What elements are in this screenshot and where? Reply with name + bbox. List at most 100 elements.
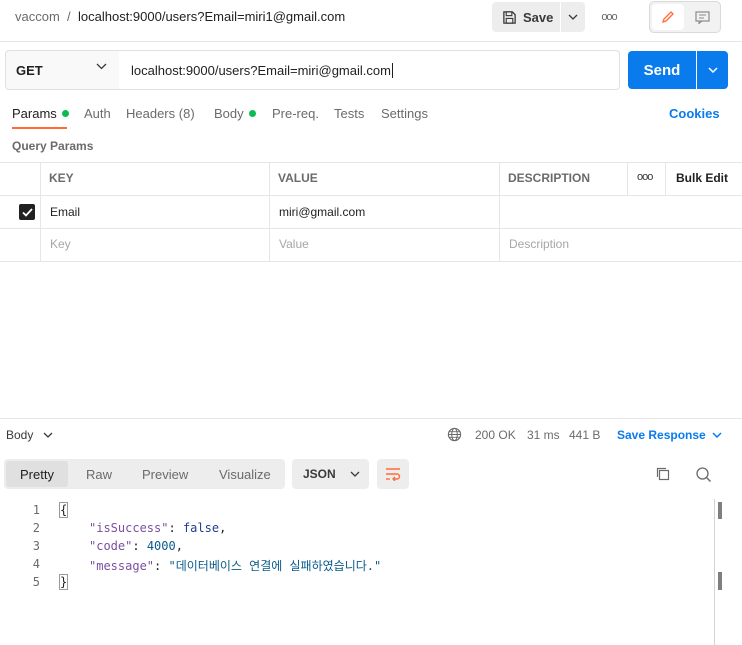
cookies-link[interactable]: Cookies — [669, 106, 720, 121]
json-value: "데이터베이스 연결에 실패하였습니다." — [168, 559, 382, 573]
section-label: Body — [6, 428, 34, 442]
format-pretty[interactable]: Pretty — [6, 461, 68, 487]
url-text: localhost:9000/users?Email=miri@gmail.co… — [131, 62, 391, 78]
divider — [0, 41, 742, 42]
tab-tests[interactable]: Tests — [334, 106, 364, 121]
param-value[interactable]: miri@gmail.com — [279, 205, 365, 219]
chevron-down-icon — [568, 14, 578, 20]
response-time[interactable]: 31 ms — [527, 428, 560, 442]
table-border — [499, 162, 500, 261]
pencil-icon — [661, 10, 675, 24]
response-size[interactable]: 441 B — [569, 428, 600, 442]
more-actions-button[interactable]: ooo — [598, 8, 620, 26]
breadcrumb-separator: / — [67, 9, 71, 24]
json-value: false — [182, 521, 220, 535]
breadcrumb-workspace[interactable]: vaccom — [15, 9, 60, 24]
documentation-button[interactable] — [686, 4, 718, 30]
json-colon: : — [168, 521, 183, 535]
code-line[interactable]: "isSuccess": false, — [89, 521, 226, 535]
status-dot — [61, 110, 69, 117]
wrap-icon — [385, 467, 401, 481]
request-title[interactable]: localhost:9000/users?Email=miri1@gmail.c… — [78, 9, 345, 24]
format-raw[interactable]: Raw — [86, 467, 112, 482]
json-key: "isSuccess" — [89, 521, 169, 535]
save-button[interactable]: Save — [492, 2, 560, 32]
format-visualize[interactable]: Visualize — [219, 467, 271, 482]
scrollbar-thumb[interactable] — [718, 502, 722, 519]
tab-body[interactable]: Body — [214, 106, 256, 121]
scrollbar-track[interactable] — [714, 499, 715, 645]
table-border — [665, 162, 666, 195]
send-options-button[interactable] — [697, 51, 728, 89]
status-dot — [248, 110, 256, 117]
tab-label: Params — [12, 106, 57, 121]
language-select[interactable]: JSON — [292, 459, 369, 489]
response-section-select[interactable]: Body — [6, 428, 53, 442]
search-icon[interactable] — [695, 466, 712, 483]
comment-icon — [694, 10, 710, 24]
status-code[interactable]: 200 OK — [475, 428, 516, 442]
section-title: Query Params — [12, 139, 94, 153]
table-border — [0, 261, 742, 262]
copy-icon[interactable] — [655, 466, 671, 482]
save-options-button[interactable] — [561, 2, 585, 32]
tab-label: Body — [214, 106, 244, 121]
line-number: 1 — [32, 503, 40, 517]
code-line[interactable]: } — [58, 574, 69, 590]
json-comma: , — [219, 521, 227, 535]
edit-mode-button[interactable] — [652, 4, 684, 30]
save-icon — [502, 10, 517, 25]
line-number: 5 — [32, 575, 40, 589]
table-border — [0, 195, 742, 196]
chevron-down-icon — [350, 471, 360, 477]
json-brace-close: } — [58, 574, 69, 590]
param-checkbox[interactable] — [19, 204, 35, 220]
column-options-button[interactable]: ooo — [637, 171, 653, 183]
text-cursor — [391, 62, 393, 78]
new-param-value[interactable]: Value — [279, 237, 309, 251]
language-label: JSON — [303, 467, 336, 481]
method-select[interactable]: GET — [5, 50, 120, 90]
table-border — [627, 162, 628, 195]
bulk-edit-button[interactable]: Bulk Edit — [676, 171, 728, 185]
json-key: "message" — [89, 559, 155, 573]
tab-prereq[interactable]: Pre-req. — [272, 106, 319, 121]
column-header-description: DESCRIPTION — [508, 171, 591, 185]
code-line[interactable]: "message": "데이터베이스 연결에 실패하였습니다." — [89, 557, 381, 574]
check-icon — [21, 207, 33, 217]
json-brace-open: { — [58, 502, 69, 518]
divider — [0, 418, 742, 419]
tab-settings[interactable]: Settings — [381, 106, 428, 121]
json-key: "code" — [89, 539, 133, 553]
save-response-button[interactable]: Save Response — [617, 428, 722, 442]
chevron-down-icon — [43, 432, 53, 438]
json-colon: : — [154, 559, 169, 573]
format-preview[interactable]: Preview — [142, 467, 188, 482]
scrollbar-marker — [718, 572, 722, 590]
new-param-key[interactable]: Key — [50, 237, 71, 251]
tab-auth[interactable]: Auth — [84, 106, 111, 121]
table-border — [0, 228, 742, 229]
save-label: Save — [523, 9, 554, 25]
table-border — [269, 162, 270, 261]
send-button[interactable]: Send — [628, 51, 696, 89]
url-input[interactable]: localhost:9000/users?Email=miri@gmail.co… — [119, 50, 620, 90]
new-param-description[interactable]: Description — [509, 237, 569, 251]
json-colon: : — [132, 539, 147, 553]
tab-headers[interactable]: Headers (8) — [126, 106, 195, 121]
table-border — [40, 162, 41, 261]
save-response-label: Save Response — [617, 428, 706, 442]
json-value: 4000 — [146, 539, 176, 553]
wrap-lines-button[interactable] — [377, 459, 409, 489]
headers-count: (8) — [178, 106, 195, 121]
table-border — [0, 162, 742, 163]
chevron-down-icon — [707, 67, 718, 73]
tab-params[interactable]: Params — [12, 106, 69, 121]
active-tab-indicator — [12, 127, 67, 129]
line-number: 2 — [32, 521, 40, 535]
code-line[interactable]: { — [58, 502, 69, 518]
param-key[interactable]: Email — [50, 205, 80, 219]
column-header-key: KEY — [49, 171, 74, 185]
code-line[interactable]: "code": 4000, — [89, 539, 183, 553]
globe-icon[interactable] — [447, 427, 462, 442]
